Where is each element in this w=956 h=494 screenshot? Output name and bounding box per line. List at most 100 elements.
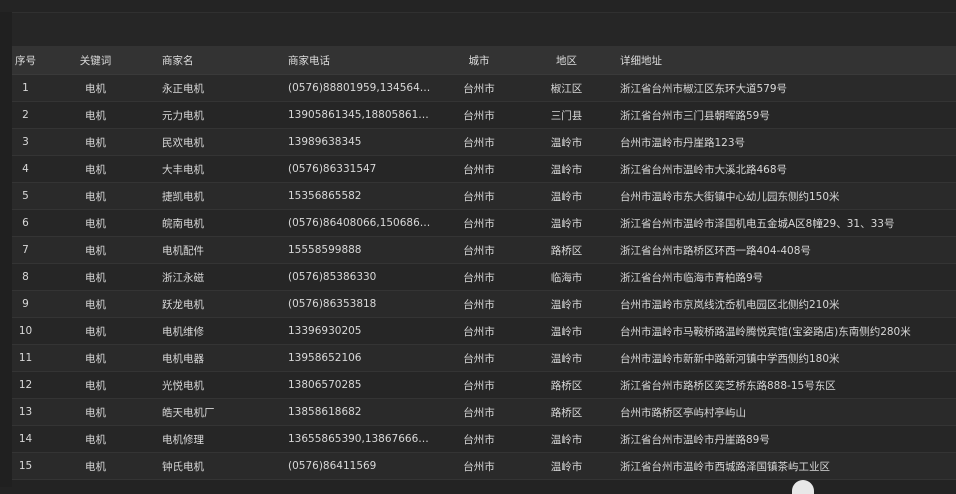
cell-index: 6 xyxy=(12,209,39,237)
cell-district: 路桥区 xyxy=(523,371,610,399)
table-row[interactable]: 9 电机 跃龙电机 (0576)86353818 台州市 温岭市 台州市温岭市京岚线沈岙机电… xyxy=(12,290,956,318)
cell-district: 路桥区 xyxy=(523,236,610,264)
cell-keyword: 电机 xyxy=(39,236,152,264)
cell-merchant: 跃龙电机 xyxy=(152,290,278,318)
cell-keyword: 电机 xyxy=(39,101,152,129)
header-merchant[interactable]: 商家名 xyxy=(152,46,278,75)
table-row[interactable]: 6 电机 皖南电机 (0576)86408066,15068699… 台州市 温岭市 浙江省… xyxy=(12,209,956,237)
cell-address: 台州市路桥区亭屿村亭屿山 xyxy=(610,398,956,426)
cell-address: 浙江省台州市椒江区东环大道579号 xyxy=(610,74,956,102)
cell-address: 台州市温岭市东大街镇中心幼儿园东侧约150米 xyxy=(610,182,956,210)
cell-index: 9 xyxy=(12,290,39,318)
cell-merchant: 元力电机 xyxy=(152,101,278,129)
scroll-handle[interactable] xyxy=(792,480,814,494)
cell-phone: 13655865390,13867666707 xyxy=(278,425,435,453)
table-row[interactable]: 2 电机 元力电机 13905861345,18805861232 台州市 三门县 浙江省台… xyxy=(12,101,956,129)
table-row[interactable]: 4 电机 大丰电机 (0576)86331547 台州市 温岭市 浙江省台州市温岭市大溪北路… xyxy=(12,155,956,183)
left-gutter xyxy=(0,12,12,487)
cell-city: 台州市 xyxy=(435,371,523,399)
cell-district: 三门县 xyxy=(523,101,610,129)
cell-merchant: 皖南电机 xyxy=(152,209,278,237)
cell-index: 15 xyxy=(12,452,39,480)
cell-address: 台州市温岭市丹崖路123号 xyxy=(610,128,956,156)
merchant-table: 序号 关键词 商家名 商家电话 城市 地区 详细地址 1 电机 永正电机 (0576)… xyxy=(12,46,956,480)
cell-city: 台州市 xyxy=(435,155,523,183)
cell-merchant: 电机配件 xyxy=(152,236,278,264)
table-row[interactable]: 1 电机 永正电机 (0576)88801959,13456481… 台州市 椒江区 浙江省… xyxy=(12,74,956,102)
cell-district: 临海市 xyxy=(523,263,610,291)
cell-index: 5 xyxy=(12,182,39,210)
cell-city: 台州市 xyxy=(435,317,523,345)
cell-address: 浙江省台州市温岭市丹崖路89号 xyxy=(610,425,956,453)
cell-district: 温岭市 xyxy=(523,317,610,345)
header-phone[interactable]: 商家电话 xyxy=(278,46,435,75)
cell-address: 浙江省台州市温岭市大溪北路468号 xyxy=(610,155,956,183)
cell-phone: 13989638345 xyxy=(278,128,435,156)
cell-merchant: 电机修理 xyxy=(152,425,278,453)
cell-city: 台州市 xyxy=(435,74,523,102)
cell-phone: (0576)88801959,13456481… xyxy=(278,74,435,102)
header-index[interactable]: 序号 xyxy=(12,46,39,75)
cell-keyword: 电机 xyxy=(39,290,152,318)
table-row[interactable]: 15 电机 钟氏电机 (0576)86411569 台州市 温岭市 浙江省台州市温岭市西城路… xyxy=(12,452,956,480)
header-keyword[interactable]: 关键词 xyxy=(39,46,152,75)
cell-keyword: 电机 xyxy=(39,182,152,210)
cell-city: 台州市 xyxy=(435,425,523,453)
cell-index: 2 xyxy=(12,101,39,129)
cell-district: 温岭市 xyxy=(523,344,610,372)
cell-phone: (0576)86411569 xyxy=(278,452,435,480)
cell-district: 温岭市 xyxy=(523,452,610,480)
cell-merchant: 大丰电机 xyxy=(152,155,278,183)
cell-address: 浙江省台州市三门县朝晖路59号 xyxy=(610,101,956,129)
table-row[interactable]: 13 电机 皓天电机厂 13858618682 台州市 路桥区 台州市路桥区亭屿村亭屿山 xyxy=(12,398,956,426)
cell-address: 浙江省台州市临海市青柏路9号 xyxy=(610,263,956,291)
table-row[interactable]: 7 电机 电机配件 15558599888 台州市 路桥区 浙江省台州市路桥区环西一路404… xyxy=(12,236,956,264)
cell-index: 11 xyxy=(12,344,39,372)
cell-index: 14 xyxy=(12,425,39,453)
table-header-row: 序号 关键词 商家名 商家电话 城市 地区 详细地址 xyxy=(12,46,956,75)
cell-phone: 15356865582 xyxy=(278,182,435,210)
cell-address: 台州市温岭市京岚线沈岙机电园区北侧约210米 xyxy=(610,290,956,318)
window-top-bar xyxy=(0,0,956,13)
table-row[interactable]: 8 电机 浙江永磁 (0576)85386330 台州市 临海市 浙江省台州市临海市青柏路9… xyxy=(12,263,956,291)
cell-phone: (0576)86353818 xyxy=(278,290,435,318)
cell-district: 温岭市 xyxy=(523,182,610,210)
cell-keyword: 电机 xyxy=(39,74,152,102)
cell-city: 台州市 xyxy=(435,101,523,129)
cell-merchant: 皓天电机厂 xyxy=(152,398,278,426)
table-row[interactable]: 10 电机 电机维修 13396930205 台州市 温岭市 台州市温岭市马鞍桥路温岭腾悦宾… xyxy=(12,317,956,345)
cell-keyword: 电机 xyxy=(39,317,152,345)
cell-district: 温岭市 xyxy=(523,425,610,453)
cell-district: 温岭市 xyxy=(523,155,610,183)
cell-district: 温岭市 xyxy=(523,128,610,156)
table-row[interactable]: 14 电机 电机修理 13655865390,13867666707 台州市 温岭市 浙江省… xyxy=(12,425,956,453)
cell-address: 浙江省台州市路桥区奕芝桥东路888-15号东区 xyxy=(610,371,956,399)
cell-merchant: 永正电机 xyxy=(152,74,278,102)
cell-merchant: 光悦电机 xyxy=(152,371,278,399)
table-row[interactable]: 5 电机 捷凯电机 15356865582 台州市 温岭市 台州市温岭市东大街镇中心幼儿园东… xyxy=(12,182,956,210)
cell-index: 7 xyxy=(12,236,39,264)
table-row[interactable]: 12 电机 光悦电机 13806570285 台州市 路桥区 浙江省台州市路桥区奕芝桥东路8… xyxy=(12,371,956,399)
header-district[interactable]: 地区 xyxy=(523,46,610,75)
cell-address: 浙江省台州市路桥区环西一路404-408号 xyxy=(610,236,956,264)
cell-city: 台州市 xyxy=(435,182,523,210)
cell-merchant: 电机维修 xyxy=(152,317,278,345)
cell-phone: 13958652106 xyxy=(278,344,435,372)
cell-district: 椒江区 xyxy=(523,74,610,102)
table-row[interactable]: 3 电机 民欢电机 13989638345 台州市 温岭市 台州市温岭市丹崖路123号 xyxy=(12,128,956,156)
cell-merchant: 电机电器 xyxy=(152,344,278,372)
cell-phone: 15558599888 xyxy=(278,236,435,264)
cell-phone: 13806570285 xyxy=(278,371,435,399)
header-address[interactable]: 详细地址 xyxy=(610,46,956,75)
header-city[interactable]: 城市 xyxy=(435,46,523,75)
cell-keyword: 电机 xyxy=(39,344,152,372)
cell-city: 台州市 xyxy=(435,290,523,318)
table-row[interactable]: 11 电机 电机电器 13958652106 台州市 温岭市 台州市温岭市新新中路新河镇中学… xyxy=(12,344,956,372)
cell-city: 台州市 xyxy=(435,398,523,426)
cell-city: 台州市 xyxy=(435,128,523,156)
cell-address: 浙江省台州市温岭市西城路泽国镇茶屿工业区 xyxy=(610,452,956,480)
cell-city: 台州市 xyxy=(435,344,523,372)
cell-address: 台州市温岭市马鞍桥路温岭腾悦宾馆(宝姿路店)东南侧约280米 xyxy=(610,317,956,345)
cell-keyword: 电机 xyxy=(39,155,152,183)
cell-keyword: 电机 xyxy=(39,263,152,291)
